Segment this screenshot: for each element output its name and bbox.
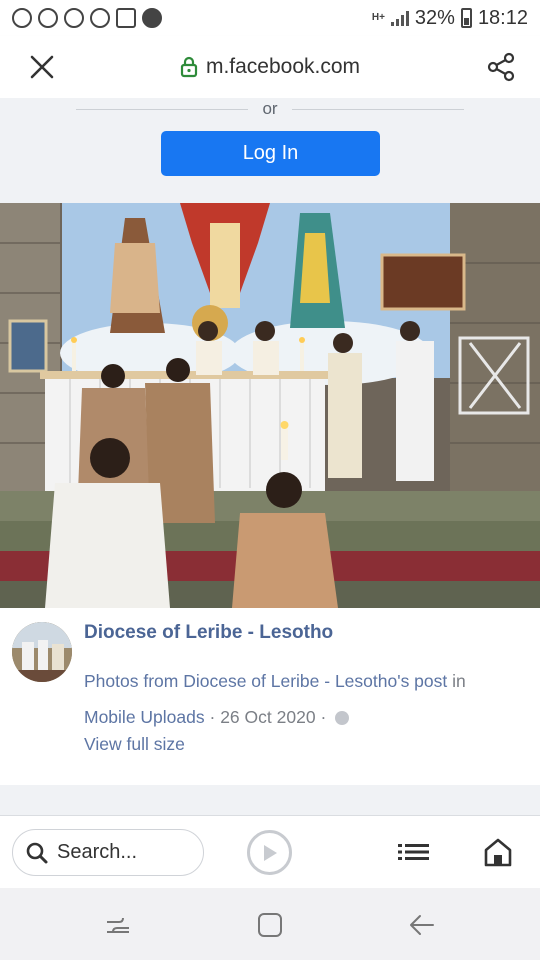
- album-link[interactable]: Mobile Uploads: [84, 707, 205, 727]
- play-button[interactable]: [247, 830, 292, 875]
- search-placeholder: Search...: [57, 841, 138, 863]
- address-bar: m.facebook.com: [0, 55, 540, 79]
- page-name-link[interactable]: Diocese of Leribe - Lesotho: [84, 622, 333, 644]
- url-text[interactable]: m.facebook.com: [206, 55, 360, 79]
- whatsapp-icon: [12, 8, 32, 28]
- nav-home-button[interactable]: [256, 912, 284, 938]
- search-icon: [26, 842, 48, 863]
- back-arrow-icon: [410, 915, 434, 935]
- post-link[interactable]: Photos from Diocese of Leribe - Lesotho'…: [84, 671, 447, 691]
- status-indicators: H+ 32% 18:12: [372, 7, 528, 30]
- caption-in-text: in: [452, 671, 466, 691]
- post-photo[interactable]: [0, 203, 540, 608]
- browser-bar: m.facebook.com: [0, 36, 540, 98]
- church-altar-image: [0, 203, 540, 608]
- home-button[interactable]: [482, 836, 514, 868]
- share-icon: [487, 52, 515, 82]
- home-icon: [484, 838, 512, 867]
- divider-line: [291, 108, 464, 110]
- close-button[interactable]: [12, 37, 72, 97]
- gallery-icon: [116, 8, 136, 28]
- system-nav-bar: [0, 888, 540, 960]
- clock: 18:12: [477, 6, 528, 29]
- post-caption: Photos from Diocese of Leribe - Lesotho'…: [84, 663, 524, 735]
- page-avatar-image: [12, 622, 72, 682]
- signal-icon: [390, 10, 409, 26]
- back-button[interactable]: [406, 910, 436, 940]
- separator: ·: [320, 707, 327, 727]
- browser-toolbar: Search...: [0, 815, 540, 888]
- battery-icon: [460, 8, 472, 28]
- login-section: or Log In: [0, 98, 540, 203]
- whatsapp-icon: [142, 8, 162, 28]
- recent-apps-button[interactable]: [103, 910, 133, 940]
- battery-percent: 32%: [414, 6, 455, 29]
- or-text: or: [262, 99, 278, 118]
- view-full-size-link[interactable]: View full size: [84, 734, 185, 755]
- separator: ·: [209, 707, 216, 727]
- share-button[interactable]: [476, 42, 526, 92]
- messenger-icon: [90, 8, 110, 28]
- messenger-icon: [64, 8, 84, 28]
- play-icon: [263, 844, 277, 861]
- avatar[interactable]: [12, 622, 72, 682]
- lock-icon: [180, 56, 198, 78]
- search-input[interactable]: Search...: [12, 829, 204, 876]
- tabs-list-button[interactable]: [398, 838, 430, 866]
- list-icon: [398, 844, 429, 860]
- section-gap: [0, 785, 540, 815]
- close-icon: [30, 55, 54, 79]
- network-type: H+: [371, 12, 385, 23]
- or-divider: or: [76, 98, 464, 120]
- recent-apps-icon: [107, 917, 129, 933]
- facebook-icon: [38, 8, 58, 28]
- status-bar: H+ 32% 18:12: [0, 0, 540, 36]
- globe-icon: [335, 711, 350, 726]
- log-in-button[interactable]: Log In: [161, 131, 380, 176]
- post-date[interactable]: 26 Oct 2020: [220, 707, 315, 727]
- square-home-icon: [258, 913, 282, 937]
- divider-line: [76, 108, 249, 110]
- post-info-card: Diocese of Leribe - Lesotho Photos from …: [0, 608, 540, 785]
- notification-icons: [12, 8, 162, 28]
